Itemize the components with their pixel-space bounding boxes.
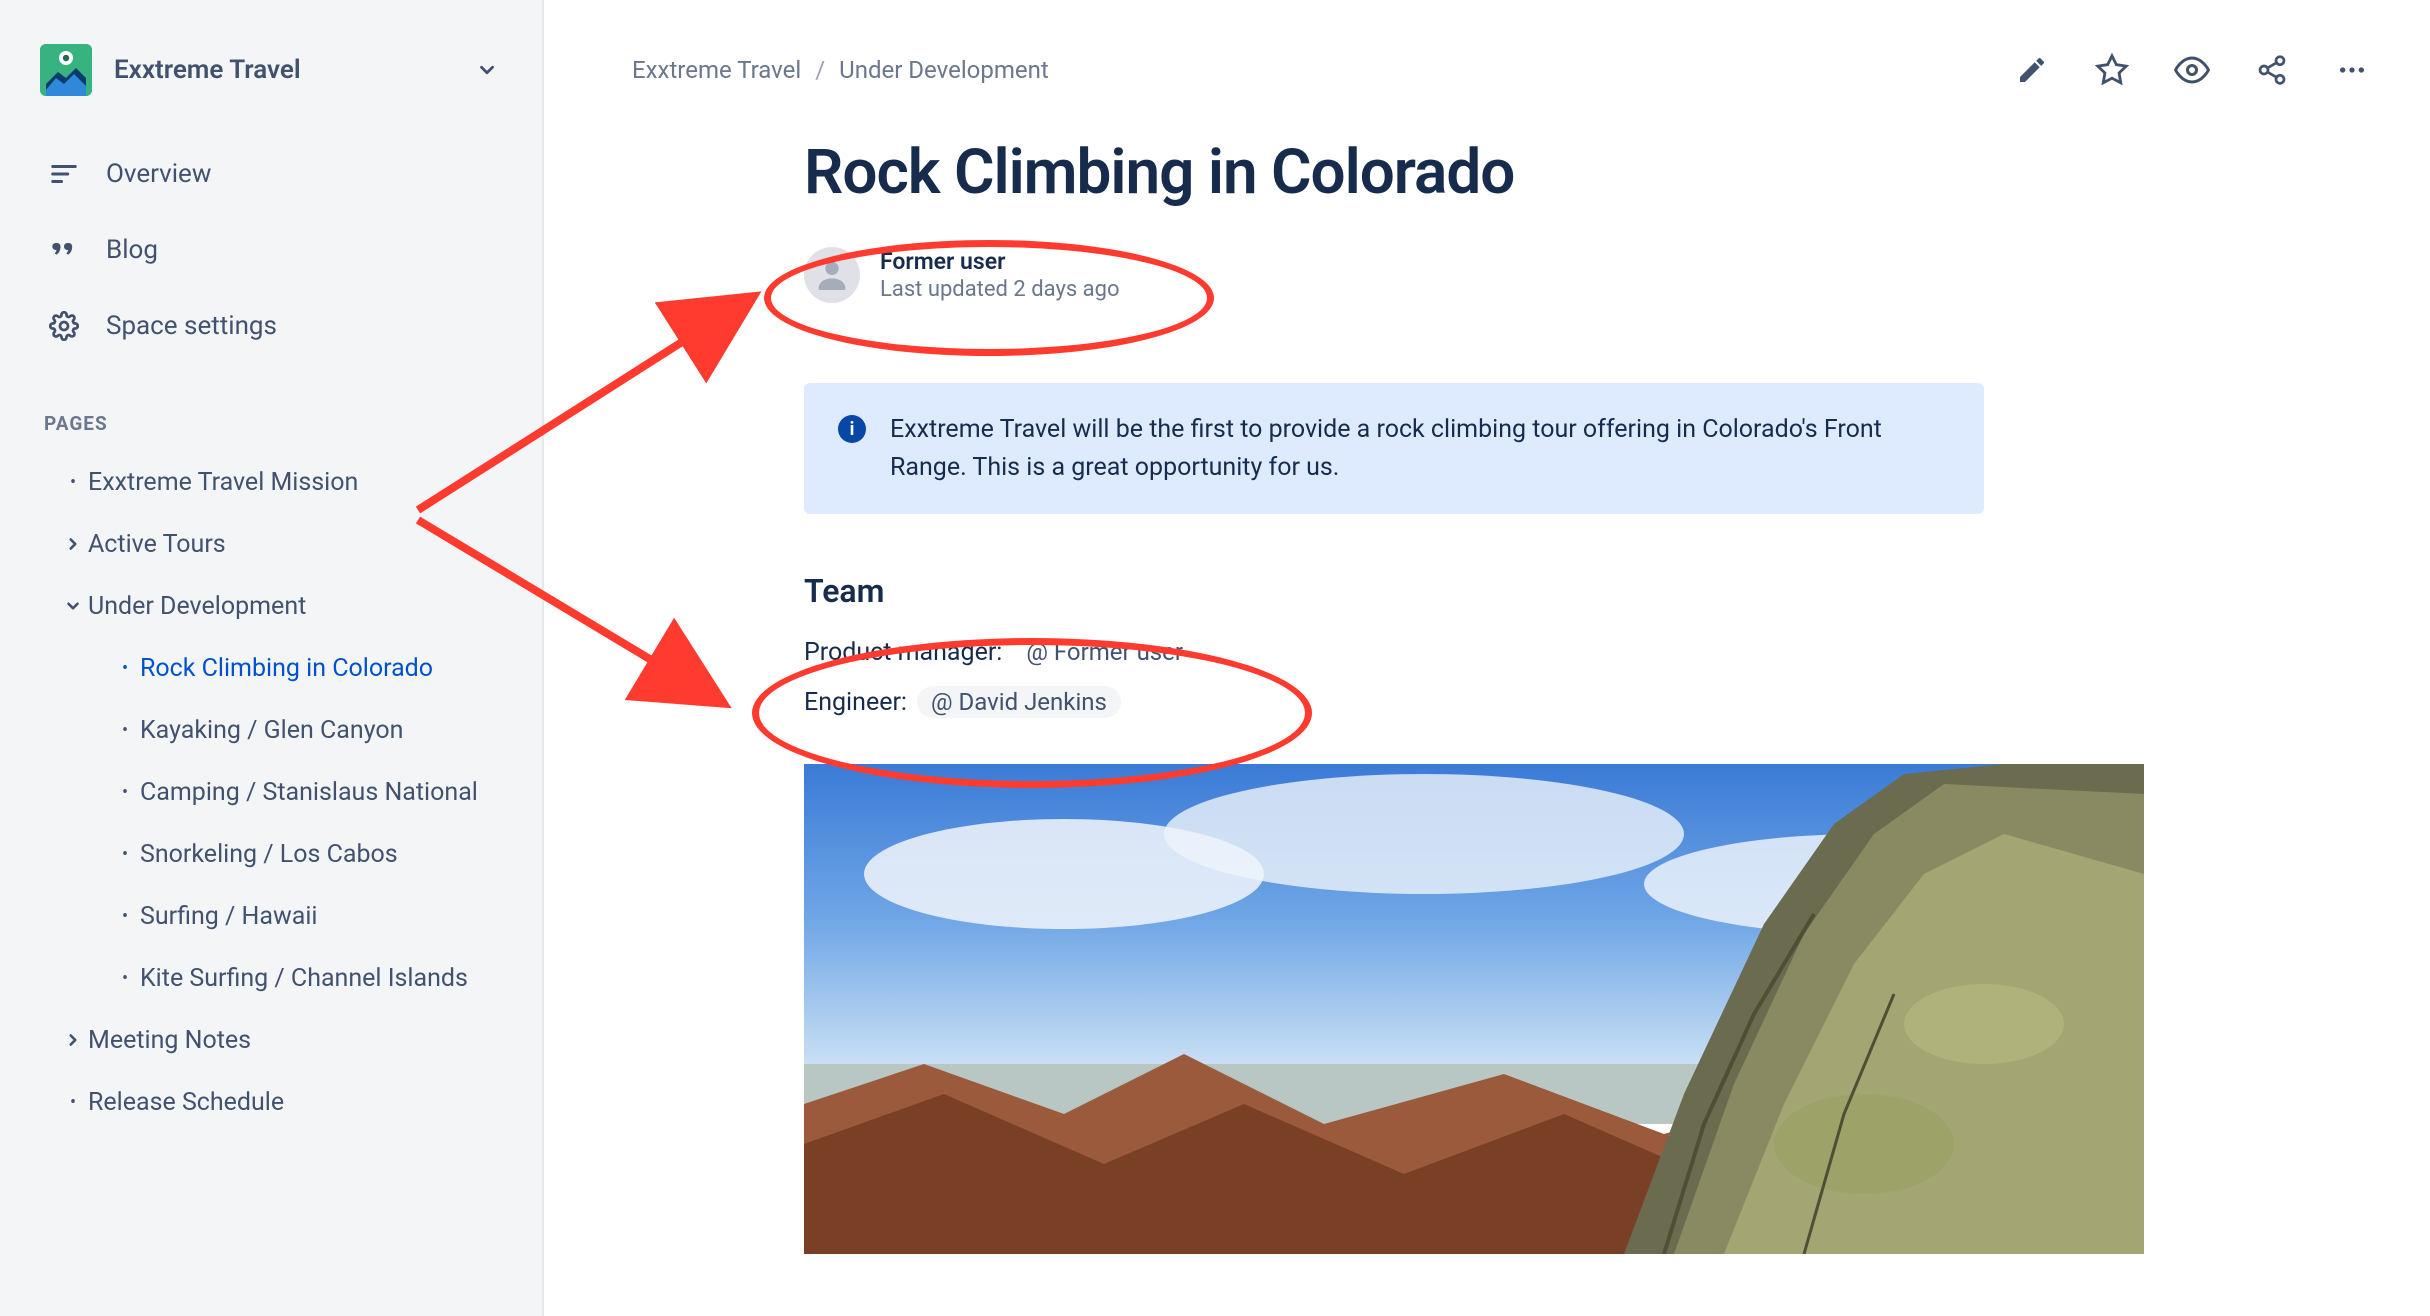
bullet-icon: •	[110, 968, 140, 989]
pages-section-label: PAGES	[0, 364, 542, 451]
tree-label: Snorkeling / Los Cabos	[140, 840, 398, 869]
quote-icon	[48, 234, 80, 266]
avatar[interactable]	[804, 247, 860, 303]
chevron-down-icon[interactable]	[58, 597, 88, 615]
main-content: Exxtreme Travel / Under Development Rock…	[544, 0, 2430, 1316]
user-mention[interactable]: @ David Jenkins	[917, 686, 1121, 718]
sidebar: Exxtreme Travel Overview Blog Space sett…	[0, 0, 544, 1316]
page-tree: • Exxtreme Travel Mission Active Tours U…	[0, 451, 542, 1133]
nav-blog[interactable]: Blog	[0, 212, 542, 288]
chevron-right-icon[interactable]	[58, 1031, 88, 1049]
info-icon: i	[838, 415, 866, 443]
chevron-right-icon[interactable]	[58, 535, 88, 553]
team-row: Engineer: @ David Jenkins	[804, 686, 1984, 718]
space-logo-icon	[40, 44, 92, 96]
tree-item[interactable]: Meeting Notes	[0, 1009, 542, 1071]
nav-label: Overview	[106, 159, 211, 189]
info-panel: i Exxtreme Travel will be the first to p…	[804, 383, 1984, 514]
tree-item[interactable]: • Surfing / Hawaii	[0, 885, 542, 947]
tree-label: Surfing / Hawaii	[140, 902, 318, 931]
author-name[interactable]: Former user	[880, 248, 1120, 275]
nav-space-settings[interactable]: Space settings	[0, 288, 542, 364]
nav-label: Blog	[106, 235, 158, 265]
space-header[interactable]: Exxtreme Travel	[0, 30, 542, 124]
breadcrumb-item[interactable]: Under Development	[839, 56, 1049, 84]
overview-icon	[48, 158, 80, 190]
team-role-label: Engineer:	[804, 688, 907, 717]
bullet-icon: •	[110, 720, 140, 741]
hero-image	[804, 764, 2144, 1254]
tree-label: Camping / Stanislaus National	[140, 778, 478, 807]
bullet-icon: •	[110, 782, 140, 803]
tree-item[interactable]: • Release Schedule	[0, 1071, 542, 1133]
tree-label: Release Schedule	[88, 1088, 284, 1117]
page-title: Rock Climbing in Colorado	[804, 136, 1984, 209]
bullet-icon: •	[110, 906, 140, 927]
nav-list: Overview Blog Space settings	[0, 124, 542, 364]
breadcrumb: Exxtreme Travel / Under Development	[632, 56, 2014, 84]
breadcrumb-item[interactable]: Exxtreme Travel	[632, 56, 801, 84]
nav-overview[interactable]: Overview	[0, 136, 542, 212]
page-body: Rock Climbing in Colorado Former user La…	[544, 88, 1984, 1254]
bullet-icon: •	[110, 658, 140, 679]
tree-item[interactable]: • Exxtreme Travel Mission	[0, 451, 542, 513]
breadcrumb-separator: /	[815, 56, 825, 84]
watch-icon[interactable]	[2174, 52, 2210, 88]
tree-item[interactable]: • Snorkeling / Los Cabos	[0, 823, 542, 885]
team-role-label: Product manager:	[804, 638, 1002, 667]
nav-label: Space settings	[106, 311, 277, 341]
topbar: Exxtreme Travel / Under Development	[544, 0, 2430, 88]
gear-icon	[48, 310, 80, 342]
user-mention[interactable]: @ Former user	[1012, 636, 1197, 668]
tree-item[interactable]: • Kayaking / Glen Canyon	[0, 699, 542, 761]
tree-label: Kite Surfing / Channel Islands	[140, 964, 468, 993]
tree-item[interactable]: Active Tours	[0, 513, 542, 575]
tree-item[interactable]: • Kite Surfing / Channel Islands	[0, 947, 542, 1009]
team-row: Product manager: @ Former user	[804, 636, 1984, 668]
tree-label: Under Development	[88, 592, 306, 621]
last-updated: Last updated 2 days ago	[880, 277, 1120, 302]
page-byline: Former user Last updated 2 days ago	[804, 239, 1984, 313]
tree-label: Meeting Notes	[88, 1026, 251, 1055]
team-heading: Team	[804, 572, 1984, 610]
more-icon[interactable]	[2334, 52, 2370, 88]
tree-label: Kayaking / Glen Canyon	[140, 716, 403, 745]
edit-icon[interactable]	[2014, 52, 2050, 88]
chevron-down-icon[interactable]	[468, 51, 506, 89]
page-actions	[2014, 52, 2370, 88]
info-panel-text: Exxtreme Travel will be the first to pro…	[890, 411, 1950, 486]
share-icon[interactable]	[2254, 52, 2290, 88]
space-name: Exxtreme Travel	[114, 55, 468, 85]
tree-label: Active Tours	[88, 530, 226, 559]
bullet-icon: •	[110, 844, 140, 865]
tree-item[interactable]: Under Development	[0, 575, 542, 637]
star-icon[interactable]	[2094, 52, 2130, 88]
bullet-icon: •	[58, 472, 88, 493]
tree-label: Rock Climbing in Colorado	[140, 654, 433, 683]
tree-label: Exxtreme Travel Mission	[88, 468, 358, 497]
bullet-icon: •	[58, 1092, 88, 1113]
tree-item[interactable]: • Camping / Stanislaus National	[0, 761, 542, 823]
tree-item-selected[interactable]: • Rock Climbing in Colorado	[0, 637, 542, 699]
